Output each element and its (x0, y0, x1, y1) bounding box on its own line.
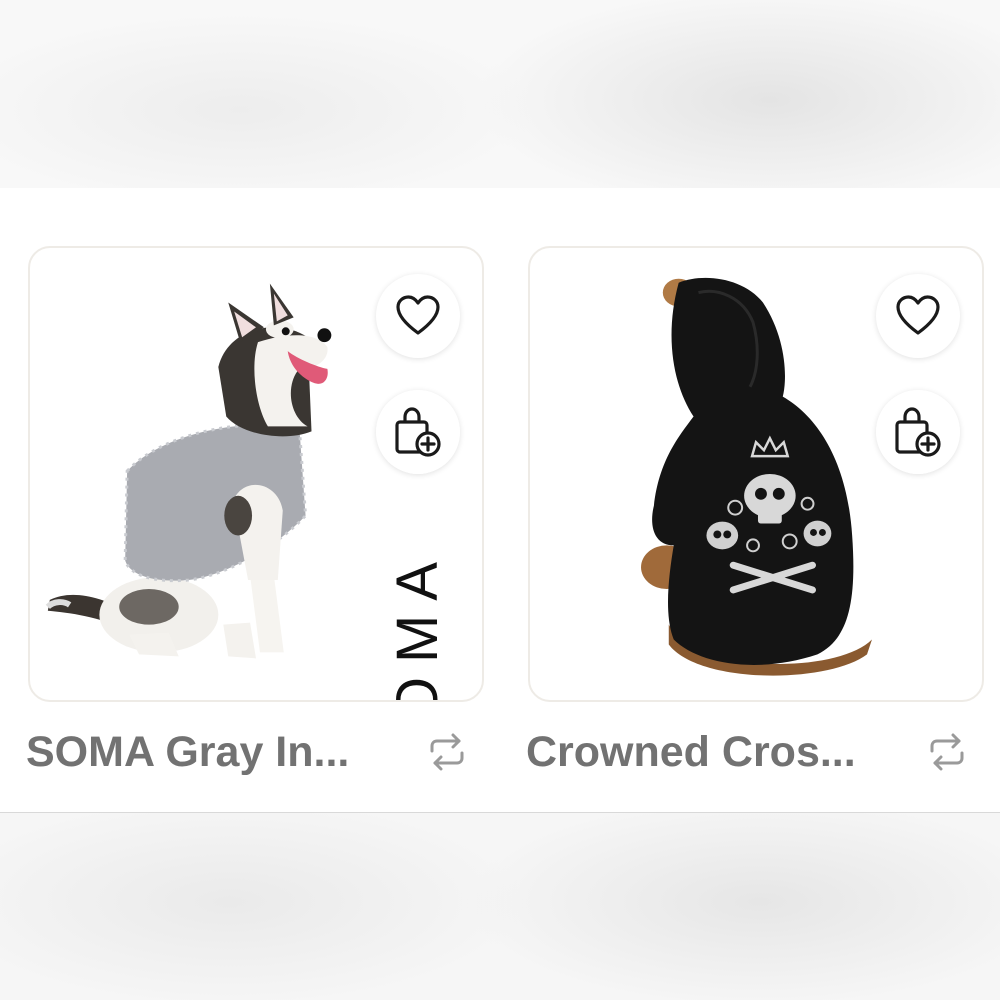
product-card-1[interactable]: SOMA (28, 246, 484, 702)
add-to-bag-icon (395, 407, 441, 457)
product-title-row-1: SOMA Gray In... (26, 722, 472, 782)
like-button[interactable] (876, 274, 960, 358)
product-title[interactable]: Crowned Cros... (526, 728, 856, 777)
blurred-background-bottom (0, 812, 1000, 1000)
heart-icon (896, 295, 940, 335)
add-to-bag-button[interactable] (876, 390, 960, 474)
brand-watermark: SOMA (385, 548, 450, 702)
product-title[interactable]: SOMA Gray In... (26, 728, 349, 777)
product-title-row-2: Crowned Cros... (526, 722, 972, 782)
repost-icon[interactable] (426, 731, 468, 773)
product-card-2[interactable] (528, 246, 984, 702)
add-to-bag-icon (895, 407, 941, 457)
repost-icon[interactable] (926, 731, 968, 773)
heart-icon (396, 295, 440, 335)
add-to-bag-button[interactable] (376, 390, 460, 474)
like-button[interactable] (376, 274, 460, 358)
blurred-background-top (0, 0, 1000, 188)
product-grid: SOMA SOMA Gray In... Crowned Cros... (0, 188, 1000, 813)
